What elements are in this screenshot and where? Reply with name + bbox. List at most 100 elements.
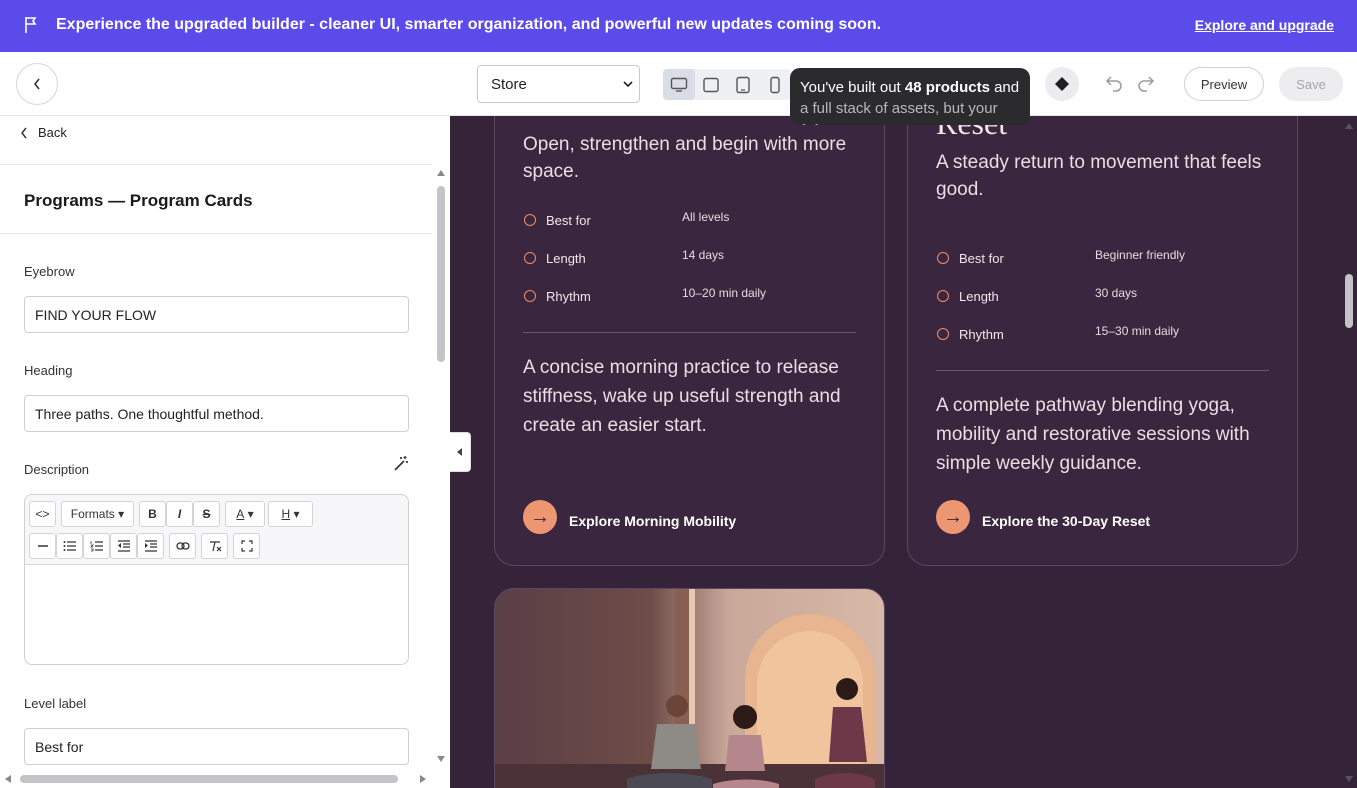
attr-key: Best for	[959, 251, 1004, 266]
arrow-right-icon[interactable]: →	[936, 500, 970, 534]
redo-icon[interactable]	[1137, 74, 1155, 92]
chevron-left-icon	[457, 448, 462, 456]
panel-back-link[interactable]: Back	[20, 125, 67, 140]
italic-button[interactable]: I	[166, 501, 193, 527]
scroll-up-icon	[437, 170, 445, 176]
preview-button[interactable]: Preview	[1184, 67, 1264, 101]
editor-toolbar: <> Formats ▾ B I S A ▾ H ▾	[25, 495, 408, 565]
attr-value: 10–20 min daily	[682, 286, 767, 300]
indent-button[interactable]	[137, 533, 164, 559]
store-select[interactable]: Store	[477, 65, 640, 103]
card-cta-link[interactable]: Explore the 30-Day Reset	[982, 513, 1150, 529]
rhythm-icon	[524, 290, 536, 302]
caret-icon: ▾	[293, 507, 300, 521]
desktop-icon	[670, 77, 688, 92]
scrollbar-thumb[interactable]	[437, 186, 445, 362]
clear-format-button[interactable]	[201, 533, 228, 559]
description-editor: <> Formats ▾ B I S A ▾ H ▾	[24, 494, 409, 665]
bold-button[interactable]: B	[139, 501, 166, 527]
caret-icon: ▾	[118, 507, 125, 521]
explore-upgrade-link[interactable]: Explore and upgrade	[1195, 17, 1334, 33]
card-body: A concise morning practice to release st…	[523, 357, 841, 436]
level-label-input[interactable]: Best for	[24, 728, 409, 765]
mobile-view-button[interactable]	[759, 69, 791, 100]
collapse-panel-button[interactable]	[450, 432, 471, 472]
attr-key: Length	[546, 251, 586, 266]
text-color-button[interactable]: A ▾	[225, 501, 265, 527]
description-label: Description	[24, 462, 90, 477]
strikethrough-button[interactable]: S	[193, 501, 220, 527]
rhythm-icon	[937, 328, 949, 340]
scroll-down-icon	[1345, 776, 1353, 782]
level-label-label: Level label	[24, 696, 87, 711]
products-tooltip: You've built out 48 products and a full …	[790, 68, 1030, 125]
scrollbar-thumb[interactable]	[1345, 274, 1353, 328]
attr-value: Beginner friendly	[1095, 248, 1186, 262]
indent-icon	[144, 540, 157, 552]
magic-wand-icon[interactable]	[392, 455, 410, 473]
eyebrow-input[interactable]: FIND YOUR FLOW	[24, 296, 409, 333]
scrollbar-thumb[interactable]	[20, 775, 398, 783]
heading-input[interactable]: Three paths. One thoughtful method.	[24, 395, 409, 432]
tablet-icon	[736, 76, 750, 93]
upgrade-banner: Experience the upgraded builder - cleane…	[0, 0, 1357, 52]
tooltip-line-1: You've built out 48 products and	[800, 79, 1020, 96]
clock-icon	[937, 290, 949, 302]
attr-value: 14 days	[682, 248, 725, 262]
numbered-list-button[interactable]	[83, 533, 110, 559]
scroll-down-icon	[437, 756, 445, 762]
tablet-view-button[interactable]	[727, 69, 759, 100]
fullscreen-button[interactable]	[233, 533, 260, 559]
card-divider	[523, 332, 856, 333]
scroll-right-icon	[420, 775, 426, 783]
bullet-list-button[interactable]	[56, 533, 83, 559]
site-preview-canvas: Open, strengthen and begin with more spa…	[450, 116, 1357, 788]
panel-horizontal-scrollbar[interactable]	[0, 770, 432, 788]
card-cta-link[interactable]: Explore Morning Mobility	[569, 513, 736, 529]
desktop-view-button[interactable]	[663, 69, 695, 100]
link-button[interactable]	[169, 533, 196, 559]
target-icon	[937, 252, 949, 264]
ai-assistant-button[interactable]	[1045, 67, 1079, 101]
attr-value: All levels	[682, 210, 730, 224]
program-card-reset: Reset A steady return to movement that f…	[907, 116, 1298, 566]
save-button[interactable]: Save	[1279, 67, 1343, 101]
heading-button[interactable]: H ▾	[268, 501, 313, 527]
source-code-button[interactable]: <>	[29, 501, 56, 527]
yoga-group-photo	[495, 589, 884, 788]
undo-icon[interactable]	[1105, 74, 1123, 92]
back-label: Back	[38, 125, 67, 140]
flag-icon	[25, 17, 37, 33]
caret-icon: ▾	[247, 507, 254, 521]
target-icon	[524, 214, 536, 226]
horizontal-rule-button[interactable]	[29, 533, 56, 559]
chevron-down-icon	[623, 81, 633, 88]
chevron-left-icon	[21, 127, 27, 138]
laptop-icon	[703, 77, 719, 92]
attr-key: Rhythm	[959, 327, 1004, 342]
panel-title: Programs — Program Cards	[24, 191, 253, 210]
attr-value: 30 days	[1095, 286, 1138, 300]
store-select-value: Store	[491, 75, 527, 93]
formats-dropdown[interactable]: Formats ▾	[61, 501, 134, 527]
card-body: A complete pathway blending yoga, mobili…	[936, 395, 1250, 474]
outdent-button[interactable]	[110, 533, 137, 559]
divider	[0, 164, 432, 165]
canvas-vertical-scrollbar[interactable]	[1341, 116, 1357, 788]
tooltip-line-2: a full stack of assets, but your 1:1	[800, 100, 998, 125]
attr-key: Rhythm	[546, 289, 591, 304]
back-circle-button[interactable]	[16, 63, 58, 105]
link-icon	[175, 542, 190, 550]
heading-label: Heading	[24, 363, 73, 378]
arrow-right-icon[interactable]: →	[523, 500, 557, 534]
editor-content-area[interactable]	[25, 565, 408, 665]
scroll-up-icon	[1345, 123, 1353, 129]
eyebrow-label: Eyebrow	[24, 264, 75, 279]
panel-vertical-scrollbar[interactable]	[433, 168, 449, 768]
attr-value: 15–30 min daily	[1095, 324, 1180, 338]
card-subtitle: A steady return to movement that feels g…	[936, 152, 1262, 200]
laptop-view-button[interactable]	[695, 69, 727, 100]
diamond-icon	[1055, 77, 1069, 91]
settings-panel: Back Programs — Program Cards Eyebrow FI…	[0, 116, 450, 788]
outdent-icon	[117, 540, 130, 552]
